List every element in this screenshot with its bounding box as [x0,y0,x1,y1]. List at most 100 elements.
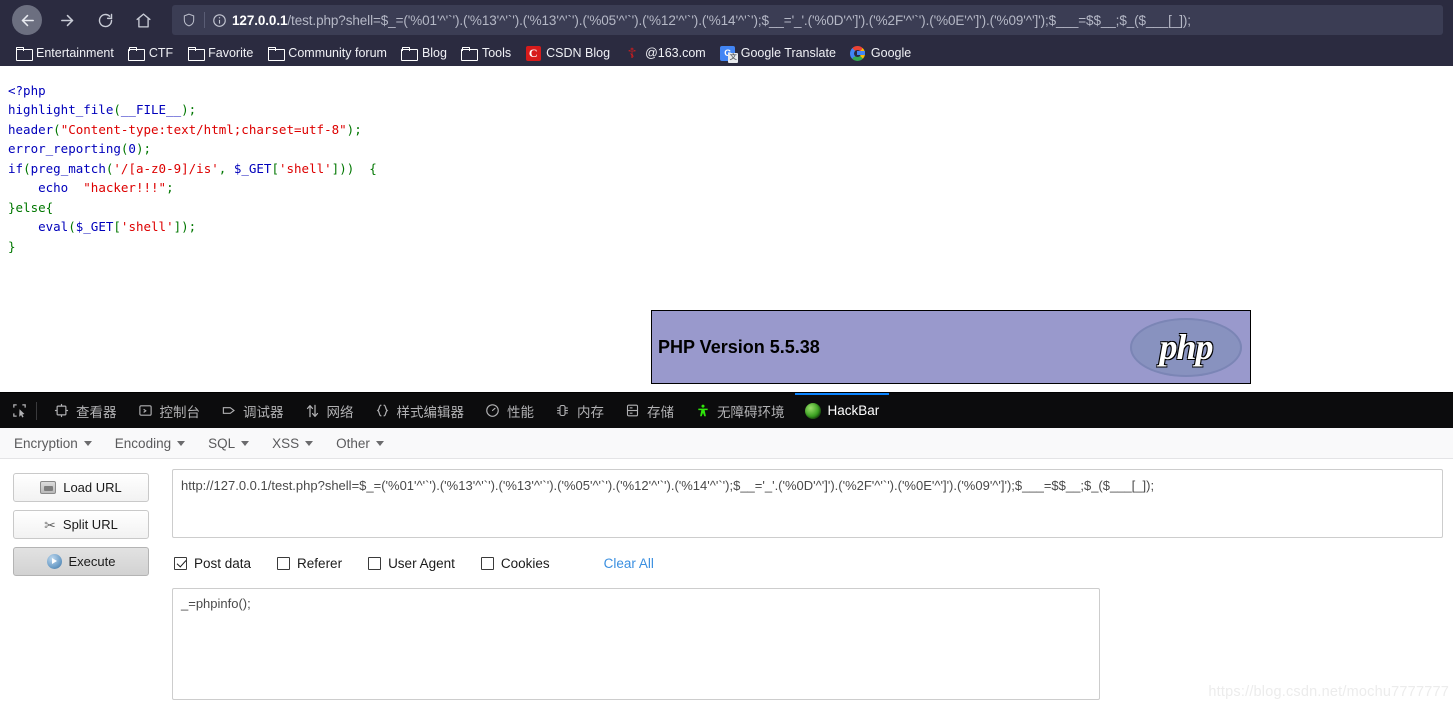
folder-icon [128,46,146,61]
arrow-left-icon [21,14,34,26]
checkbox-box[interactable] [480,557,494,570]
back-button[interactable] [12,5,42,35]
folder-icon [267,46,285,61]
folder-icon [401,46,419,61]
bookmark-label: Community forum [288,46,387,60]
checkbox-label: Post data [194,556,252,571]
hackbar-icon [805,402,822,419]
execute-button[interactable]: Execute [13,547,149,576]
tab-hackbar[interactable]: HackBar [794,392,890,429]
tab-label: 性能 [507,404,534,420]
tab-inspector[interactable]: 查看器 [43,393,127,429]
browser-chrome: 127.0.0.1/test.php?shell=$_=('%01'^'`').… [0,0,1453,66]
checkbox-label: User Agent [388,556,455,571]
bookmark-label: CTF [148,46,174,60]
hackbar-options-row: Post data Referer User Agent Cookies Cle… [172,556,1443,571]
network-arrows-icon [304,402,321,419]
accessibility-person-icon [694,402,711,419]
bookmark-blog[interactable]: Blog [394,42,454,64]
split-url-button[interactable]: ✂ Split URL [13,510,149,539]
tab-label: 调试器 [243,404,284,420]
menu-encoding[interactable]: Encoding [115,436,198,451]
chevron-down-icon [305,440,314,446]
url-text: 127.0.0.1/test.php?shell=$_=('%01'^'`').… [229,13,1191,28]
bookmark-label: Google [870,46,912,60]
load-url-button[interactable]: Load URL [13,473,149,502]
php-logo: php [1130,317,1242,377]
bookmark-tools[interactable]: Tools [454,42,518,64]
forward-button[interactable] [48,1,86,39]
shield-icon[interactable] [178,12,200,28]
csdn-icon: C [525,45,541,61]
hackbar-menubar: Encryption Encoding SQL XSS Other [0,428,1453,459]
tab-label: HackBar [827,403,880,418]
checkbox-box[interactable] [174,557,187,570]
home-button[interactable] [124,1,162,39]
bookmark-entertainment[interactable]: Entertainment [8,42,121,64]
tab-accessibility[interactable]: 无障碍环境 [684,393,795,429]
bookmark-label: Blog [421,46,447,60]
url-path-query: /test.php?shell=$_=('%01'^'`').('%13'^'`… [287,12,1191,28]
bookmark-163-mail[interactable]: ☦ @163.com [617,42,713,64]
google-icon [850,45,866,61]
tab-memory[interactable]: 内存 [544,393,614,429]
url-input[interactable]: http://127.0.0.1/test.php?shell=$_=('%01… [172,469,1443,538]
bookmark-google[interactable]: Google [843,42,918,64]
menu-sql[interactable]: SQL [208,436,262,451]
reload-button[interactable] [86,1,124,39]
tab-storage[interactable]: 存储 [614,393,684,429]
menu-label: XSS [272,435,300,451]
post-data-input[interactable]: _=phpinfo(); [172,588,1100,700]
chevron-down-icon [83,440,92,446]
element-picker-icon [12,404,26,418]
bookmark-label: Google Translate [740,46,836,60]
php-logo-text: php [1159,327,1213,367]
bookmark-label: CSDN Blog [546,46,611,60]
console-icon [137,402,154,419]
bookmark-community-forum[interactable]: Community forum [260,42,394,64]
hackbar-fields: http://127.0.0.1/test.php?shell=$_=('%01… [162,469,1453,700]
chevron-down-icon [177,440,186,446]
tab-console[interactable]: 控制台 [127,393,211,429]
checkbox-box[interactable] [368,557,382,570]
menu-other[interactable]: Other [336,436,397,451]
bookmark-csdn-blog[interactable]: C CSDN Blog [518,42,617,64]
bookmark-google-translate[interactable]: G Google Translate [713,42,843,64]
chevron-down-icon [241,440,250,446]
inspector-icon [53,402,70,419]
checkbox-post-data[interactable]: Post data [174,556,251,571]
checkbox-cookies[interactable]: Cookies [480,556,550,571]
bookmark-label: Tools [481,46,512,60]
checkbox-box[interactable] [277,557,291,570]
checkbox-user-agent[interactable]: User Agent [368,556,455,571]
phpinfo-output: PHP Version 5.5.38 php System Build Date [651,310,1251,392]
clear-all-link[interactable]: Clear All [604,556,654,571]
tab-style-editor[interactable]: 样式编辑器 [364,393,475,429]
php-source-listing: <?php highlight_file(__FILE__); header("… [8,82,377,254]
page-viewport: <?php highlight_file(__FILE__); header("… [0,66,1453,392]
url-bar[interactable]: 127.0.0.1/test.php?shell=$_=('%01'^'`').… [172,5,1443,35]
split-url-label: Split URL [62,517,118,532]
google-translate-icon: G [720,45,739,63]
hackbar-body: Load URL ✂ Split URL Execute http://127.… [0,459,1453,700]
arrow-right-icon [60,14,73,26]
tab-label: 网络 [326,404,354,420]
bookmark-ctf[interactable]: CTF [121,42,180,64]
menu-encryption[interactable]: Encryption [14,436,105,451]
tab-network[interactable]: 网络 [294,393,364,429]
devtools-panel: 查看器 控制台 调试器 网络 样式编辑器 性能 内存 存储 无障碍环境 Hack… [0,392,1453,428]
devtools-tabbar: 查看器 控制台 调试器 网络 样式编辑器 性能 内存 存储 无障碍环境 Hack… [0,392,1453,428]
scissors-icon: ✂ [44,516,56,533]
tab-performance[interactable]: 性能 [474,393,544,429]
tab-debugger[interactable]: 调试器 [210,393,294,429]
menu-label: Encoding [114,435,172,451]
checkbox-referer[interactable]: Referer [277,556,342,571]
tab-label: 内存 [577,404,604,420]
menu-xss[interactable]: XSS [272,436,326,451]
info-circle-icon[interactable] [209,13,229,28]
storage-icon [624,402,641,419]
bookmark-favorite[interactable]: Favorite [180,42,260,64]
bookmarks-bar: Entertainment CTF Favorite Community for… [0,40,1453,66]
chevron-down-icon [375,440,384,446]
element-picker-button[interactable] [4,397,34,425]
